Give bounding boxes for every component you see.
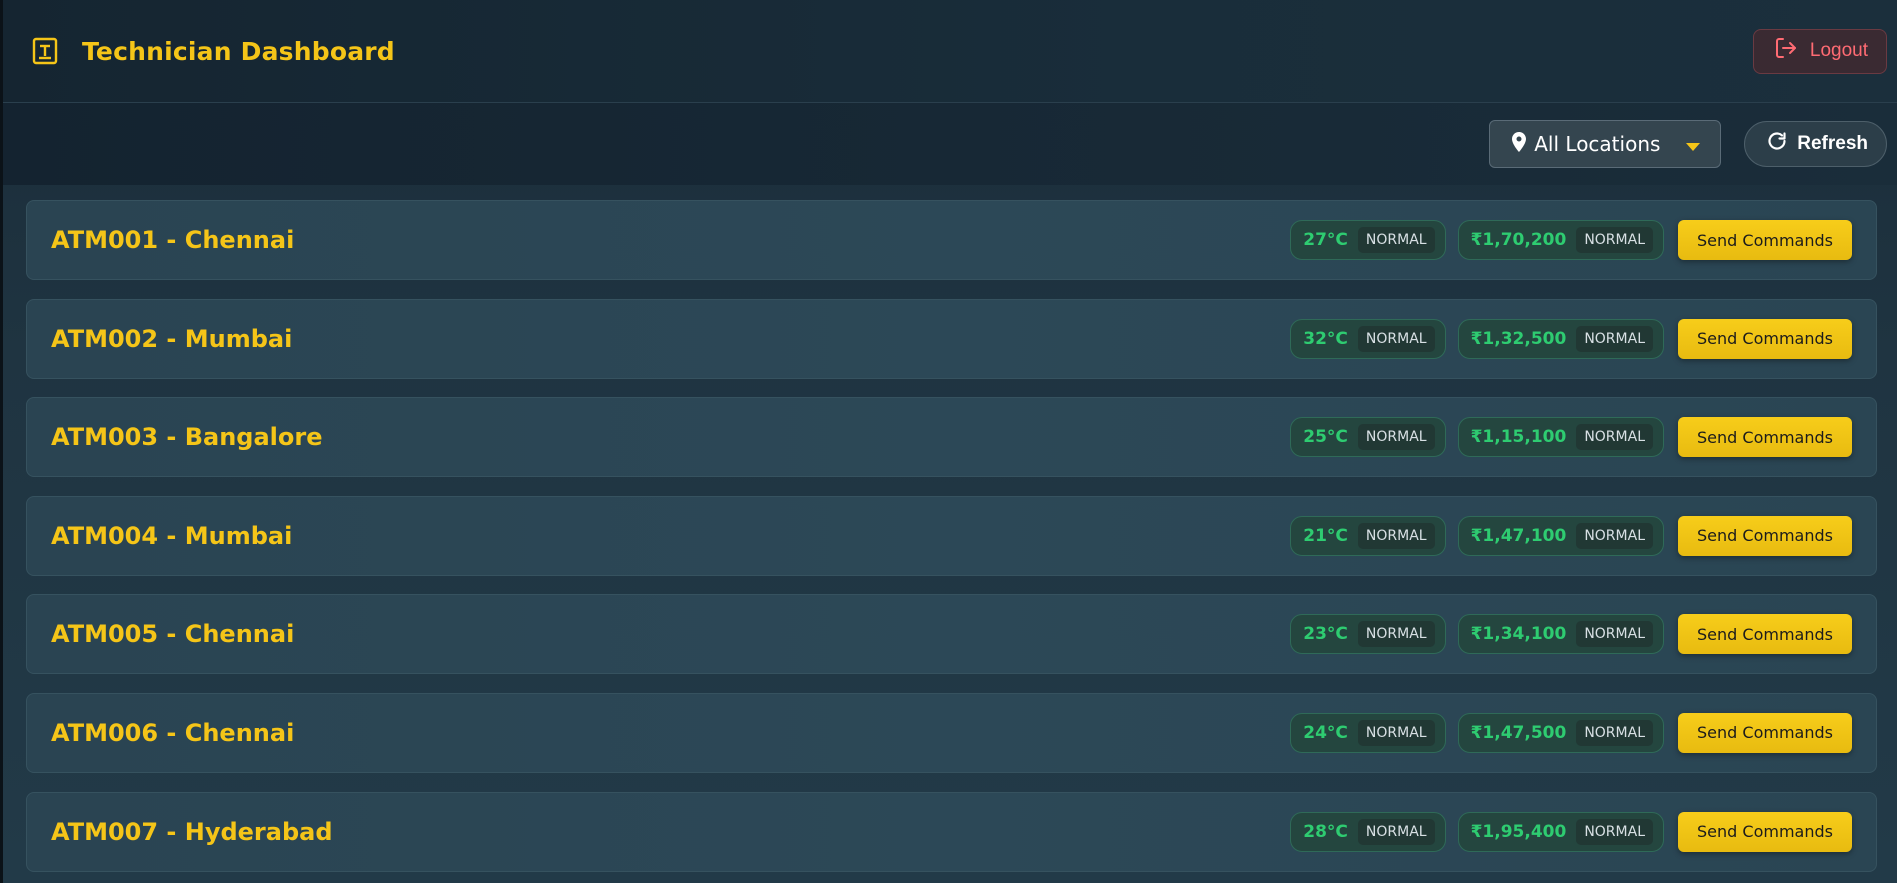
terminal-icon — [32, 37, 58, 65]
app-root: Technician Dashboard Logout All Location… — [0, 0, 1897, 883]
temperature-pill: 23°C NORMAL — [1290, 614, 1446, 655]
cash-value: ₹1,95,400 — [1470, 821, 1567, 842]
send-commands-button[interactable]: Send Commands — [1678, 712, 1852, 753]
temperature-pill: 27°C NORMAL — [1290, 220, 1446, 260]
atm-name: ATM007 - Hyderabad — [51, 817, 333, 846]
atm-row: ATM004 - Mumbai 21°C NORMAL ₹1,47,100 NO… — [26, 495, 1877, 576]
location-select-value: All Locations — [1534, 132, 1661, 156]
page-title: Technician Dashboard — [82, 36, 395, 66]
cash-pill: ₹1,32,500 NORMAL — [1457, 318, 1664, 359]
cash-value: ₹1,34,100 — [1470, 624, 1567, 645]
temperature-status-badge: NORMAL — [1357, 522, 1435, 549]
atm-metrics: 28°C NORMAL ₹1,95,400 NORMAL Send Comman… — [1290, 811, 1852, 852]
temperature-status-badge: NORMAL — [1357, 325, 1435, 352]
refresh-button[interactable]: Refresh — [1744, 121, 1887, 167]
cash-status-badge: NORMAL — [1576, 522, 1653, 549]
temperature-value: 32°C — [1303, 328, 1348, 349]
temperature-value: 27°C — [1303, 230, 1348, 250]
map-pin-icon — [1512, 131, 1527, 157]
toolbar: All Locations Refresh — [3, 103, 1897, 185]
cash-status-badge: NORMAL — [1576, 424, 1653, 451]
atm-metrics: 24°C NORMAL ₹1,47,500 NORMAL Send Comman… — [1290, 712, 1852, 753]
header: Technician Dashboard Logout — [3, 0, 1897, 103]
cash-value: ₹1,47,100 — [1470, 525, 1567, 546]
temperature-status-badge: NORMAL — [1357, 424, 1435, 451]
temperature-value: 21°C — [1303, 525, 1348, 546]
temperature-pill: 28°C NORMAL — [1290, 811, 1446, 852]
temperature-value: 24°C — [1303, 722, 1348, 743]
atm-row: ATM003 - Bangalore 25°C NORMAL ₹1,15,100… — [26, 397, 1877, 478]
cash-pill: ₹1,15,100 NORMAL — [1457, 417, 1664, 458]
brand: Technician Dashboard — [32, 37, 395, 66]
atm-name: ATM005 - Chennai — [51, 620, 295, 649]
logout-label: Logout — [1809, 40, 1868, 61]
send-commands-button[interactable]: Send Commands — [1678, 417, 1852, 458]
atm-row: ATM007 - Hyderabad 28°C NORMAL ₹1,95,400… — [26, 791, 1877, 872]
atm-row: ATM002 - Mumbai 32°C NORMAL ₹1,32,500 NO… — [26, 298, 1877, 379]
atm-name: ATM006 - Chennai — [51, 718, 295, 747]
atm-row: ATM005 - Chennai 23°C NORMAL ₹1,34,100 N… — [26, 594, 1877, 675]
temperature-value: 28°C — [1303, 821, 1348, 842]
cash-value: ₹1,70,200 — [1470, 230, 1567, 250]
atm-name: ATM001 - Chennai — [51, 226, 295, 254]
cash-value: ₹1,32,500 — [1470, 328, 1567, 349]
location-select[interactable]: All Locations — [1489, 120, 1722, 168]
logout-icon — [1774, 36, 1798, 66]
atm-name: ATM003 - Bangalore — [51, 423, 323, 452]
cash-status-badge: NORMAL — [1576, 719, 1653, 746]
atm-list: ATM001 - Chennai 27°C NORMAL ₹1,70,200 N… — [3, 185, 1897, 872]
temperature-pill: 24°C NORMAL — [1290, 712, 1446, 753]
cash-status-badge: NORMAL — [1576, 325, 1653, 352]
temperature-value: 23°C — [1303, 624, 1348, 645]
send-commands-button[interactable]: Send Commands — [1678, 318, 1852, 359]
temperature-status-badge: NORMAL — [1357, 227, 1435, 253]
temperature-value: 25°C — [1303, 427, 1348, 448]
send-commands-button[interactable]: Send Commands — [1678, 515, 1852, 556]
temperature-status-badge: NORMAL — [1357, 621, 1435, 648]
cash-pill: ₹1,70,200 NORMAL — [1457, 220, 1664, 260]
temperature-pill: 25°C NORMAL — [1290, 417, 1446, 458]
atm-name: ATM004 - Mumbai — [51, 521, 293, 550]
atm-metrics: 25°C NORMAL ₹1,15,100 NORMAL Send Comman… — [1290, 417, 1852, 458]
atm-metrics: 21°C NORMAL ₹1,47,100 NORMAL Send Comman… — [1290, 515, 1852, 556]
caret-down-icon — [1686, 132, 1701, 156]
atm-metrics: 27°C NORMAL ₹1,70,200 NORMAL Send Comman… — [1290, 220, 1852, 260]
send-commands-button[interactable]: Send Commands — [1678, 614, 1852, 655]
send-commands-button[interactable]: Send Commands — [1678, 811, 1852, 852]
logout-button[interactable]: Logout — [1752, 28, 1887, 74]
atm-name: ATM002 - Mumbai — [51, 324, 293, 353]
send-commands-button[interactable]: Send Commands — [1678, 220, 1852, 260]
cash-status-badge: NORMAL — [1576, 818, 1653, 845]
cash-status-badge: NORMAL — [1576, 621, 1653, 648]
atm-metrics: 23°C NORMAL ₹1,34,100 NORMAL Send Comman… — [1290, 614, 1852, 655]
cash-pill: ₹1,95,400 NORMAL — [1457, 811, 1664, 852]
atm-row: ATM006 - Chennai 24°C NORMAL ₹1,47,500 N… — [26, 692, 1877, 773]
cash-pill: ₹1,47,100 NORMAL — [1457, 515, 1664, 556]
cash-pill: ₹1,47,500 NORMAL — [1457, 712, 1664, 753]
cash-pill: ₹1,34,100 NORMAL — [1457, 614, 1664, 655]
refresh-label: Refresh — [1797, 133, 1868, 154]
atm-row: ATM001 - Chennai 27°C NORMAL ₹1,70,200 N… — [26, 200, 1877, 280]
cash-value: ₹1,47,500 — [1470, 722, 1567, 743]
refresh-icon — [1767, 131, 1787, 157]
temperature-status-badge: NORMAL — [1357, 818, 1435, 845]
atm-metrics: 32°C NORMAL ₹1,32,500 NORMAL Send Comman… — [1290, 318, 1852, 359]
cash-status-badge: NORMAL — [1576, 227, 1653, 253]
temperature-status-badge: NORMAL — [1357, 719, 1435, 746]
temperature-pill: 21°C NORMAL — [1290, 515, 1446, 556]
temperature-pill: 32°C NORMAL — [1290, 318, 1446, 359]
cash-value: ₹1,15,100 — [1470, 427, 1567, 448]
